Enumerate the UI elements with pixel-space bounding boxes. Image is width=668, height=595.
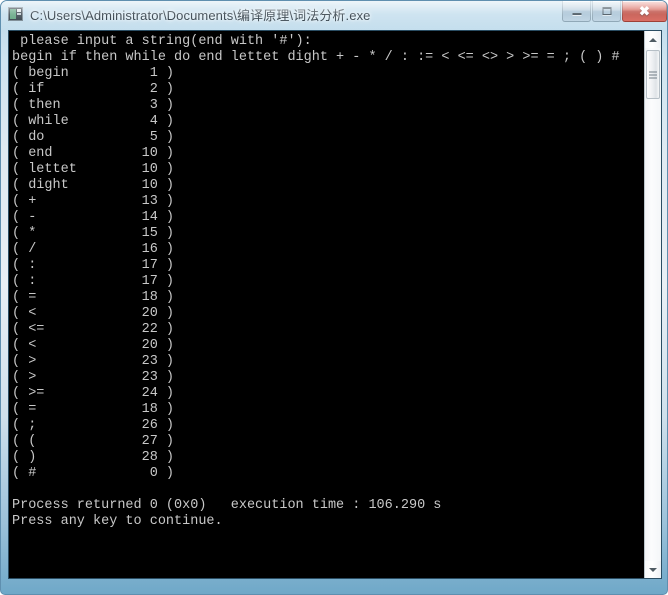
console-client-area[interactable]: please input a string(end with '#'): beg… xyxy=(8,30,662,579)
chevron-up-icon xyxy=(649,37,657,42)
minimize-icon xyxy=(572,13,581,15)
chevron-down-icon xyxy=(649,567,657,572)
scrollbar-track[interactable] xyxy=(645,48,661,561)
console-app-icon xyxy=(8,7,23,21)
close-icon: ✖ xyxy=(639,3,650,19)
vertical-scrollbar[interactable] xyxy=(644,31,661,578)
maximize-icon xyxy=(602,7,611,15)
close-button[interactable]: ✖ xyxy=(622,1,667,22)
scrollbar-grip-icon xyxy=(649,71,657,78)
scroll-up-button[interactable] xyxy=(645,31,661,48)
caption-button-group: ✖ xyxy=(561,1,667,23)
scroll-down-button[interactable] xyxy=(645,561,661,578)
minimize-button[interactable] xyxy=(562,1,591,22)
console-output-text: please input a string(end with '#'): beg… xyxy=(12,34,620,529)
window-title: C:\Users\Administrator\Documents\编译原理\词法… xyxy=(30,8,371,23)
console-window: C:\Users\Administrator\Documents\编译原理\词法… xyxy=(0,0,668,595)
scrollbar-thumb[interactable] xyxy=(646,50,660,99)
maximize-button[interactable] xyxy=(592,1,621,22)
title-bar[interactable]: C:\Users\Administrator\Documents\编译原理\词法… xyxy=(1,1,667,28)
